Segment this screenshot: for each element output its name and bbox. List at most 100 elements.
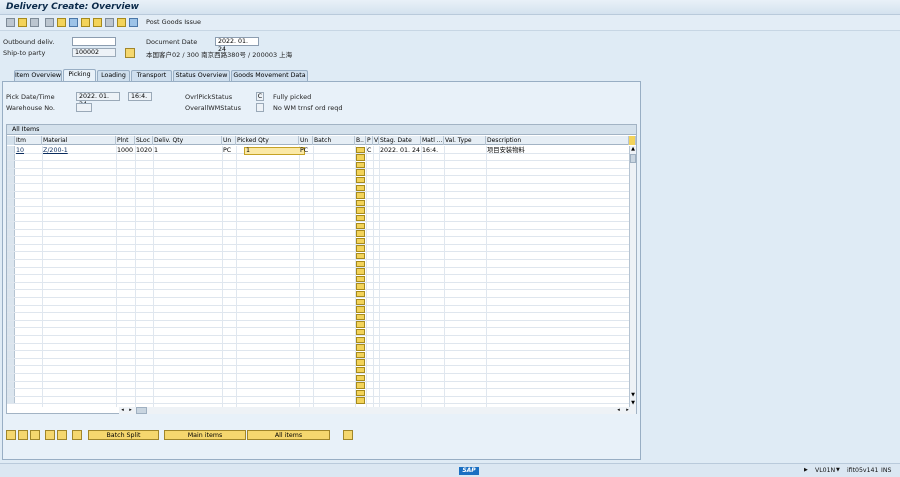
row-selector[interactable] (7, 389, 15, 396)
select-all-corner[interactable] (7, 136, 15, 145)
partner-icon[interactable] (105, 18, 114, 27)
scroll-down-icon[interactable]: ▼ (630, 392, 636, 399)
row-selector[interactable] (7, 366, 15, 373)
batch-determination-icon[interactable] (356, 230, 365, 237)
row-delivery-qty[interactable]: 1 (154, 147, 158, 155)
header-details-icon[interactable] (45, 18, 54, 27)
table-row[interactable] (7, 184, 629, 192)
batch-determination-icon[interactable] (356, 298, 365, 305)
batch-determination-icon[interactable] (356, 321, 365, 328)
batch-determination-icon[interactable] (356, 359, 365, 366)
table-row[interactable] (7, 244, 629, 253)
row-selector[interactable] (7, 351, 15, 358)
row-selector[interactable] (7, 206, 15, 214)
batch-determination-icon[interactable] (356, 306, 365, 313)
table-row[interactable] (7, 206, 629, 215)
table-row[interactable] (7, 146, 629, 154)
item-details-icon[interactable] (6, 430, 16, 440)
main-items-button[interactable]: Main items (164, 430, 246, 440)
table-row[interactable] (7, 161, 629, 169)
row-selector[interactable] (7, 244, 15, 252)
more-functions-icon[interactable] (72, 430, 82, 440)
tab-transport[interactable]: Transport (131, 70, 172, 81)
batch-determination-icon[interactable] (356, 328, 365, 336)
row-selector[interactable] (7, 237, 15, 244)
table-row[interactable] (7, 275, 629, 283)
table-row[interactable] (7, 267, 629, 276)
column-header[interactable]: Picked Qty (236, 136, 299, 145)
deselect-all-icon[interactable] (30, 430, 40, 440)
document-flow-icon[interactable] (81, 18, 90, 27)
table-row[interactable] (7, 358, 629, 367)
table-row[interactable] (7, 176, 629, 184)
row-selector[interactable] (7, 374, 15, 381)
table-row[interactable] (7, 290, 629, 298)
column-header[interactable]: Matl ... (421, 136, 444, 145)
row-selector[interactable] (7, 229, 15, 237)
row-storage-location[interactable]: 1020 (136, 147, 152, 155)
batch-determination-icon[interactable] (356, 222, 365, 229)
batch-determination-icon[interactable] (356, 268, 365, 275)
delete-row-icon[interactable] (57, 430, 67, 440)
table-row[interactable] (7, 199, 629, 207)
table-row[interactable] (7, 214, 629, 222)
table-row[interactable] (7, 381, 629, 390)
row-selector[interactable] (7, 252, 15, 259)
batch-determination-icon[interactable] (356, 146, 365, 153)
row-selector[interactable] (7, 358, 15, 366)
tab-picking[interactable]: Picking (63, 69, 96, 81)
batch-determination-icon[interactable] (356, 336, 365, 343)
table-row[interactable] (7, 336, 629, 344)
row-selector[interactable] (7, 328, 15, 335)
scroll-right-icon[interactable]: ▸ (127, 407, 134, 414)
row-material[interactable]: Z/200-1 (43, 147, 68, 155)
row-item-number[interactable]: 10 (16, 147, 24, 155)
overall-pick-status-field[interactable]: C (256, 92, 264, 101)
table-row[interactable] (7, 191, 629, 200)
table-row[interactable] (7, 252, 629, 260)
row-selector[interactable] (7, 153, 15, 161)
batch-determination-icon[interactable] (356, 275, 365, 283)
all-items-button[interactable]: All items (247, 430, 330, 440)
row-selector[interactable] (7, 313, 15, 320)
column-header[interactable]: Description (486, 136, 629, 145)
table-row[interactable] (7, 396, 629, 405)
item-details-icon[interactable] (57, 18, 66, 27)
scroll-bottom-icon[interactable]: ▼ (630, 400, 636, 407)
tab-item-overview[interactable]: Item Overview (14, 70, 62, 81)
insert-row-icon[interactable] (45, 430, 55, 440)
column-header[interactable]: Stag. Date (379, 136, 421, 145)
table-row[interactable] (7, 374, 629, 382)
column-header[interactable]: SLoc (135, 136, 153, 145)
batch-determination-icon[interactable] (356, 237, 365, 245)
scroll-right-end-icon[interactable]: ▸ (624, 407, 631, 414)
column-settings-icon[interactable] (629, 136, 636, 145)
texts-icon[interactable] (117, 18, 126, 27)
scroll-left-icon[interactable]: ◂ (119, 407, 126, 414)
output-icon[interactable] (129, 18, 138, 27)
batch-determination-icon[interactable] (356, 290, 365, 298)
row-selector[interactable] (7, 214, 15, 221)
table-row[interactable] (7, 260, 629, 268)
status-overview-icon[interactable] (93, 18, 102, 27)
column-header[interactable]: Deliv. Qty (153, 136, 222, 145)
batch-determination-icon[interactable] (356, 374, 365, 381)
row-selector[interactable] (7, 161, 15, 168)
row-selector[interactable] (7, 260, 15, 267)
delete-icon[interactable] (30, 18, 39, 27)
batch-determination-icon[interactable] (356, 207, 365, 214)
warehouse-field[interactable] (76, 103, 92, 112)
post-goods-issue-button[interactable]: Post Goods Issue (146, 18, 201, 26)
outbound-delivery-field[interactable] (72, 37, 116, 46)
grid-settings-icon[interactable] (343, 430, 353, 440)
h-scroll-thumb[interactable] (136, 407, 147, 414)
row-plant[interactable]: 1000 (117, 147, 133, 155)
table-row[interactable] (7, 229, 629, 238)
batch-determination-icon[interactable] (356, 389, 365, 397)
batch-determination-icon[interactable] (356, 192, 365, 199)
column-header[interactable]: Un (222, 136, 236, 145)
batch-determination-icon[interactable] (356, 161, 365, 169)
row-selector[interactable] (7, 176, 15, 183)
column-header[interactable]: Batch (313, 136, 355, 145)
row-selector[interactable] (7, 191, 15, 199)
